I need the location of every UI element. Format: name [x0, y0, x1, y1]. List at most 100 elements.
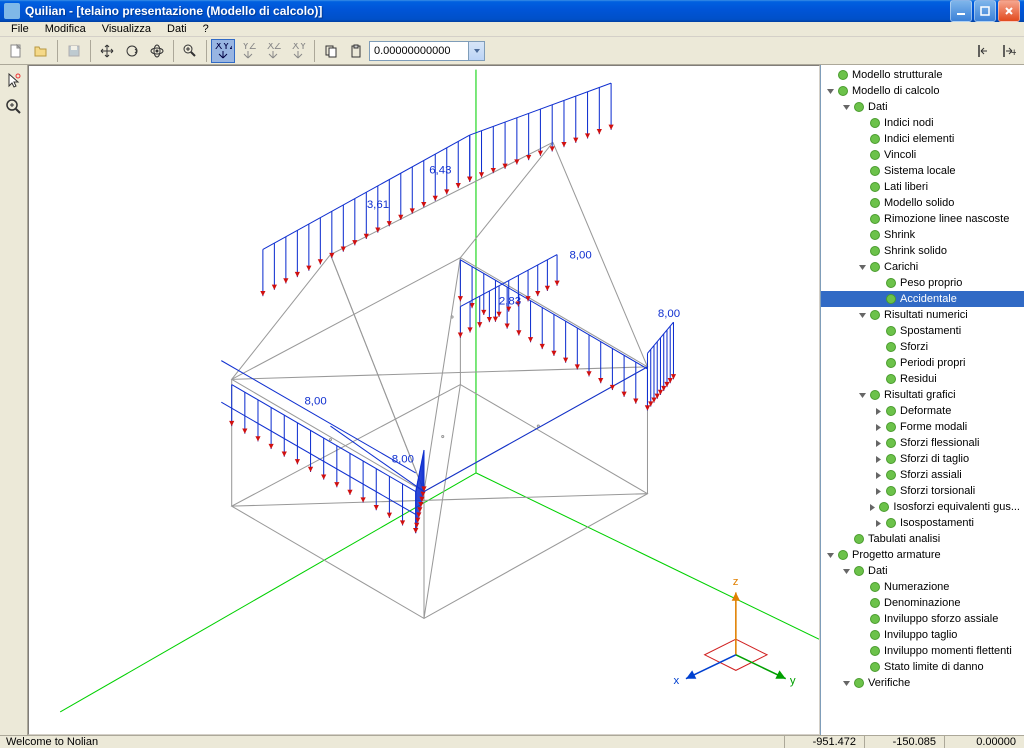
window-title: Quilian - [telaino presentazione (Modell… — [25, 4, 950, 18]
tree-panel[interactable]: Modello strutturaleModello di calcoloDat… — [820, 65, 1024, 735]
view-yz-icon[interactable]: YZ — [236, 39, 260, 63]
cursor-tool-icon[interactable] — [2, 69, 26, 93]
tree-item[interactable]: Sistema locale — [821, 163, 1024, 179]
expand-icon[interactable] — [868, 502, 878, 513]
load-label: 6,43 — [429, 165, 451, 177]
save-icon[interactable] — [62, 39, 86, 63]
tree-item[interactable]: Inviluppo momenti flettenti — [821, 643, 1024, 659]
tree-item[interactable]: Verifiche — [821, 675, 1024, 691]
dropdown-icon[interactable] — [469, 41, 485, 61]
collapse-icon[interactable] — [825, 86, 836, 97]
tree-item[interactable]: Progetto armature — [821, 547, 1024, 563]
menu-visualizza[interactable]: Visualizza — [95, 22, 158, 36]
tree-item[interactable]: Vincoli — [821, 147, 1024, 163]
tree-item[interactable]: Spostamenti — [821, 323, 1024, 339]
tree-item[interactable]: Isosforzi equivalenti gus... — [821, 499, 1024, 515]
expand-icon[interactable] — [873, 422, 884, 433]
collapse-icon[interactable] — [841, 566, 852, 577]
minimize-button[interactable] — [950, 0, 972, 22]
expand-icon[interactable] — [873, 518, 884, 529]
tree-item[interactable]: Forme modali — [821, 419, 1024, 435]
toggle-spacer — [873, 326, 884, 337]
pan-icon[interactable] — [95, 39, 119, 63]
tree-item[interactable]: Modello strutturale — [821, 67, 1024, 83]
bullet-icon — [854, 678, 864, 688]
tree-item[interactable]: Risultati numerici — [821, 307, 1024, 323]
zoom-icon[interactable] — [178, 39, 202, 63]
tree-item[interactable]: Modello di calcolo — [821, 83, 1024, 99]
bullet-icon — [886, 358, 896, 368]
tree-item[interactable]: Dati — [821, 99, 1024, 115]
collapse-icon[interactable] — [841, 678, 852, 689]
view-xz-icon[interactable]: XZ — [261, 39, 285, 63]
tree-item[interactable]: Rimozione linee nascoste — [821, 211, 1024, 227]
tree-item[interactable]: Stato limite di danno — [821, 659, 1024, 675]
open-file-icon[interactable] — [29, 39, 53, 63]
tree-item[interactable]: Accidentale — [821, 291, 1024, 307]
expand-icon[interactable] — [873, 470, 884, 481]
rotate-icon[interactable] — [120, 39, 144, 63]
expand-icon[interactable] — [873, 406, 884, 417]
tree-item[interactable]: Dati — [821, 563, 1024, 579]
collapse-icon[interactable] — [841, 102, 852, 113]
tree-item[interactable]: Sforzi assiali — [821, 467, 1024, 483]
tree-item[interactable]: Sforzi — [821, 339, 1024, 355]
menu-dati[interactable]: Dati — [160, 22, 194, 36]
tree-item[interactable]: Inviluppo sforzo assiale — [821, 611, 1024, 627]
svg-text:y: y — [790, 675, 796, 687]
view-xyz-icon[interactable]: XYZ — [211, 39, 235, 63]
view-xy-icon[interactable]: XY — [286, 39, 310, 63]
tree-item[interactable]: Sforzi flessionali — [821, 435, 1024, 451]
expand-icon[interactable] — [873, 438, 884, 449]
tree-item[interactable]: Shrink solido — [821, 243, 1024, 259]
tree-item[interactable]: Numerazione — [821, 579, 1024, 595]
tree-label: Isospostamenti — [900, 517, 974, 529]
orbit-icon[interactable] — [145, 39, 169, 63]
menu-help[interactable]: ? — [196, 22, 216, 36]
bullet-icon — [886, 518, 896, 528]
bullet-icon — [870, 118, 880, 128]
bullet-icon — [870, 646, 880, 656]
tree-item[interactable]: Sforzi torsionali — [821, 483, 1024, 499]
tree-item[interactable]: Sforzi di taglio — [821, 451, 1024, 467]
tree-item[interactable]: Inviluppo taglio — [821, 627, 1024, 643]
zoom-tool-icon[interactable] — [2, 95, 26, 119]
tree-item[interactable]: Tabulati analisi — [821, 531, 1024, 547]
tree-item[interactable]: Denominazione — [821, 595, 1024, 611]
tree-item[interactable]: Lati liberi — [821, 179, 1024, 195]
collapse-icon[interactable] — [825, 550, 836, 561]
menu-modifica[interactable]: Modifica — [38, 22, 93, 36]
copy-icon[interactable] — [319, 39, 343, 63]
tree-item[interactable]: Peso proprio — [821, 275, 1024, 291]
collapse-icon[interactable] — [857, 390, 868, 401]
bullet-icon — [870, 630, 880, 640]
tree-item[interactable]: Shrink — [821, 227, 1024, 243]
new-file-icon[interactable] — [4, 39, 28, 63]
tree-item[interactable]: Periodi propri — [821, 355, 1024, 371]
value-input[interactable] — [369, 41, 485, 61]
tree-item[interactable]: Indici nodi — [821, 115, 1024, 131]
menu-file[interactable]: File — [4, 22, 36, 36]
collapse-icon[interactable] — [857, 310, 868, 321]
bullet-icon — [879, 502, 889, 512]
tree-item[interactable]: Residui — [821, 371, 1024, 387]
maximize-button[interactable] — [974, 0, 996, 22]
tree-item[interactable]: Risultati grafici — [821, 387, 1024, 403]
paste-icon[interactable] — [344, 39, 368, 63]
tree-item[interactable]: Isospostamenti — [821, 515, 1024, 531]
tree-item[interactable]: Carichi — [821, 259, 1024, 275]
svg-text:XY: XY — [292, 43, 307, 52]
tree-item[interactable]: Indici elementi — [821, 131, 1024, 147]
expand-icon[interactable] — [873, 454, 884, 465]
expand-icon[interactable] — [873, 486, 884, 497]
collapse-icon[interactable] — [857, 262, 868, 273]
tree-item[interactable]: Deformate — [821, 403, 1024, 419]
bullet-icon — [886, 278, 896, 288]
value-field[interactable] — [369, 41, 469, 61]
close-button[interactable] — [998, 0, 1020, 22]
load-label: 8,00 — [304, 395, 326, 407]
tree-item[interactable]: Modello solido — [821, 195, 1024, 211]
collapse-right-icon[interactable]: + — [996, 39, 1020, 63]
collapse-left-icon[interactable] — [971, 39, 995, 63]
viewport-3d[interactable]: 6,43 3,61 8,00 2,83 8,00 8,00 8,00 z y x — [28, 65, 820, 735]
